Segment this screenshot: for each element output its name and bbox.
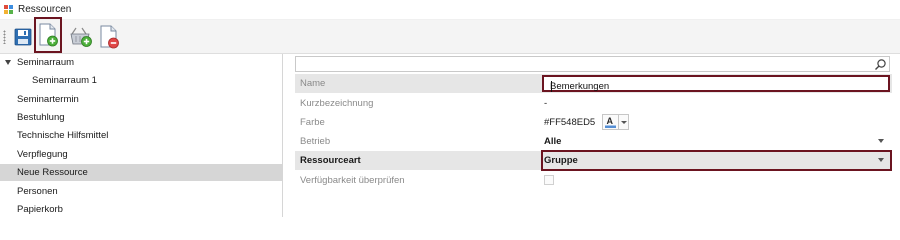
new-document-button[interactable]	[34, 17, 62, 53]
text-caret	[551, 81, 552, 92]
tree-item-personen[interactable]: Personen	[0, 183, 282, 200]
tree-item-label: Seminarraum	[17, 57, 75, 68]
toolbar-grip[interactable]	[3, 30, 6, 44]
property-label-name: Name	[300, 78, 326, 89]
property-row-betrieb: Betrieb Alle	[295, 132, 892, 151]
name-field[interactable]: Bemerkungen	[542, 75, 890, 92]
kurzbezeichnung-field[interactable]: -	[544, 98, 547, 109]
property-label-farbe: Farbe	[300, 117, 325, 128]
color-value-field[interactable]: #FF548ED5	[544, 117, 595, 128]
app-logo-icon	[4, 4, 14, 15]
tree-item-seminarraum-1[interactable]: Seminarraum 1	[0, 72, 282, 89]
tree-item-papierkorb[interactable]: Papierkorb	[0, 201, 282, 218]
save-button[interactable]	[9, 23, 37, 51]
delete-document-button[interactable]	[95, 23, 123, 51]
property-row-name: Name Bemerkungen	[295, 74, 892, 93]
search-icon[interactable]	[874, 58, 887, 71]
window-title: Ressourcen	[18, 4, 72, 15]
tree-item-label: Seminartermin	[17, 94, 79, 105]
verfuegbarkeit-checkbox[interactable]	[544, 175, 554, 185]
tree-item-neue-ressource[interactable]: Neue Ressource	[0, 164, 282, 181]
property-panel: Name Bemerkungen Kurzbezeichnung - Farbe…	[292, 54, 900, 217]
ressourceart-select-highlight[interactable]	[541, 150, 892, 171]
chevron-down-icon[interactable]	[878, 158, 884, 162]
font-color-icon: A	[605, 116, 616, 128]
property-row-verfuegbarkeit: Verfügbarkeit überprüfen	[295, 171, 892, 190]
property-row-ressourceart: Ressourceart Gruppe	[295, 150, 892, 171]
search-input[interactable]	[295, 56, 890, 72]
property-row-farbe: Farbe #FF548ED5 A	[295, 113, 892, 132]
add-basket-button[interactable]	[67, 23, 95, 51]
property-label-kurzbezeichnung: Kurzbezeichnung	[300, 98, 374, 109]
tree-item-label: Papierkorb	[17, 204, 63, 215]
tree-item-label: Personen	[17, 186, 58, 197]
chevron-down-icon[interactable]	[878, 139, 884, 143]
property-label-betrieb: Betrieb	[300, 136, 331, 147]
resource-tree: Seminarraum Seminarraum 1 Seminartermin …	[0, 54, 283, 217]
save-disk-icon	[14, 28, 32, 46]
tree-item-label: Neue Ressource	[17, 167, 88, 178]
tree-item-technische-hilfsmittel[interactable]: Technische Hilfsmittel	[0, 127, 282, 144]
betrieb-select[interactable]: Alle	[544, 136, 561, 147]
expand-arrow-icon[interactable]	[5, 60, 11, 65]
new-document-add-icon	[39, 23, 58, 47]
name-field-value: Bemerkungen	[550, 81, 610, 92]
tree-item-seminarraum[interactable]: Seminarraum	[0, 54, 282, 71]
title-bar: Ressourcen	[0, 0, 900, 20]
document-remove-icon	[100, 25, 119, 49]
svg-text:A: A	[607, 116, 614, 126]
basket-add-icon	[70, 27, 92, 47]
ressourceart-select[interactable]: Gruppe	[544, 155, 578, 166]
property-row-kurzbezeichnung: Kurzbezeichnung -	[295, 94, 892, 113]
tree-item-label: Seminarraum 1	[32, 75, 97, 86]
color-dropdown-button[interactable]	[619, 114, 629, 130]
toolbar	[0, 17, 900, 54]
tree-item-seminartermin[interactable]: Seminartermin	[0, 91, 282, 108]
tree-item-label: Verpflegung	[17, 149, 68, 160]
property-label-verfuegbarkeit: Verfügbarkeit überprüfen	[300, 175, 405, 186]
tree-item-bestuhlung[interactable]: Bestuhlung	[0, 109, 282, 126]
tree-item-verpflegung[interactable]: Verpflegung	[0, 146, 282, 163]
tree-item-label: Technische Hilfsmittel	[17, 130, 109, 141]
color-picker-button[interactable]: A	[602, 114, 619, 130]
tree-item-label: Bestuhlung	[17, 112, 65, 123]
property-label-ressourceart: Ressourceart	[300, 155, 361, 166]
